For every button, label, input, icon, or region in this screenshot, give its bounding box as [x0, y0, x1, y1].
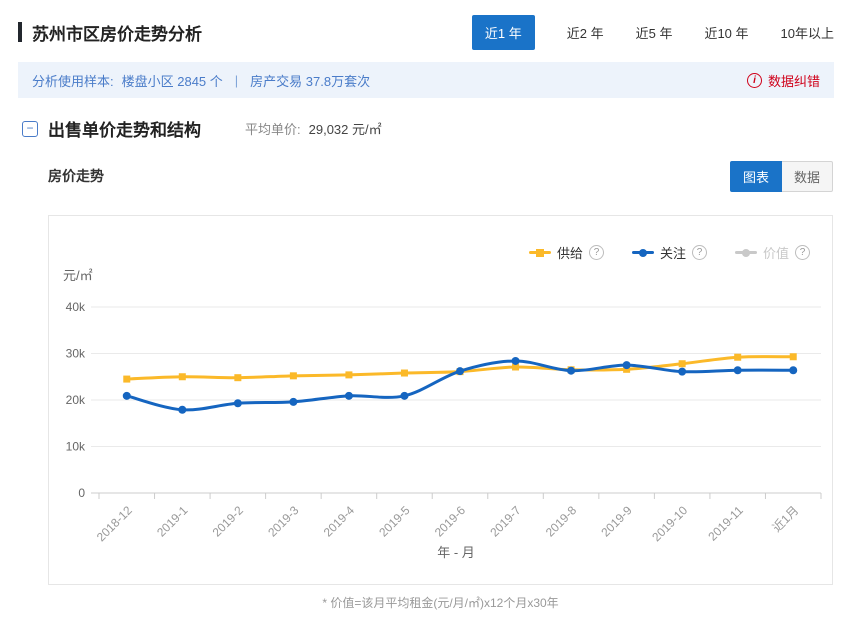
- legend-item-关注[interactable]: 关注?: [632, 243, 707, 262]
- avg-price-label: 平均单价:: [245, 119, 301, 138]
- x-tick-label: 2018-12: [94, 503, 135, 544]
- toggle-data-view[interactable]: 数据: [782, 161, 833, 192]
- data-point: [734, 354, 741, 361]
- data-point: [789, 366, 797, 374]
- svg-text:0: 0: [78, 486, 85, 500]
- legend-marker-square: [536, 249, 544, 257]
- data-point: [290, 372, 297, 379]
- chart-header: 房价走势 图表 数据: [48, 162, 833, 190]
- data-point: [179, 373, 186, 380]
- x-tick-label: 近1月: [770, 503, 802, 535]
- footnote: * 价值=该月平均租金(元/月/㎡)x12个月x30年: [48, 594, 833, 611]
- y-axis: 元/㎡ 0 10k 20k 30k 40k: [63, 268, 821, 500]
- data-point: [679, 360, 686, 367]
- chart-legend: 供给?关注?价值?: [529, 243, 810, 262]
- title-accent-bar: [18, 22, 22, 42]
- sample-transactions: 房产交易 37.8万套次: [250, 71, 370, 90]
- data-point: [345, 392, 353, 400]
- svg-text:40k: 40k: [66, 300, 86, 314]
- x-tick-label: 2019-4: [321, 503, 358, 540]
- help-icon[interactable]: ?: [589, 245, 604, 260]
- title-wrap: 苏州市区房价走势分析: [18, 20, 202, 45]
- x-tick-label: 2019-9: [598, 503, 635, 540]
- svg-text:20k: 20k: [66, 393, 86, 407]
- data-point: [123, 392, 131, 400]
- price-trend-chart[interactable]: 元/㎡ 0 10k 20k 30k 40k 2018-12 2019-1 2019-2 2019-…: [49, 216, 832, 584]
- svg-text:10k: 10k: [66, 440, 86, 454]
- x-tick-label: 2019-6: [432, 503, 469, 540]
- x-tick-label: 2019-1: [154, 503, 191, 540]
- x-tick-label: 2019-8: [543, 503, 580, 540]
- data-point: [345, 371, 352, 378]
- tab-recent-10-years[interactable]: 近10 年: [704, 23, 748, 42]
- sample-info-bar: 分析使用样本: 楼盘小区 2845 个 | 房产交易 37.8万套次 i 数据纠…: [18, 62, 834, 98]
- separator: |: [235, 73, 238, 88]
- help-icon[interactable]: ?: [795, 245, 810, 260]
- svg-text:元/㎡: 元/㎡: [63, 268, 93, 283]
- data-point: [234, 374, 241, 381]
- section-title: 出售单价走势和结构: [48, 116, 201, 141]
- sample-label: 分析使用样本:: [32, 71, 114, 90]
- data-point: [289, 398, 297, 406]
- data-point: [790, 353, 797, 360]
- sample-communities: 楼盘小区 2845 个: [122, 71, 223, 90]
- x-tick-label: 2019-10: [649, 503, 690, 544]
- section-header: − 出售单价走势和结构 平均单价: 29,032 元/㎡: [22, 116, 382, 141]
- collapse-icon[interactable]: −: [22, 121, 38, 137]
- data-point: [401, 370, 408, 377]
- page-header: 苏州市区房价走势分析 近1 年 近2 年 近5 年 近10 年 10年以上: [18, 12, 834, 52]
- legend-swatch: [735, 251, 757, 254]
- data-point: [234, 399, 242, 407]
- view-toggle: 图表 数据: [730, 161, 833, 192]
- toggle-chart-view[interactable]: 图表: [730, 161, 782, 192]
- legend-label: 价值: [763, 243, 789, 262]
- x-axis: 2018-12 2019-1 2019-2 2019-3 2019-4 2019-5 201…: [91, 493, 821, 560]
- data-point: [678, 368, 686, 376]
- data-point: [623, 361, 631, 369]
- data-point: [734, 366, 742, 374]
- x-tick-label: 2019-2: [210, 503, 247, 540]
- x-axis-title: 年 - 月: [437, 545, 475, 560]
- data-point: [512, 357, 520, 365]
- x-tick-label: 2019-3: [265, 503, 302, 540]
- x-tick-label: 2019-5: [376, 503, 413, 540]
- chart-card: 供给?关注?价值? 元/㎡010k20k30k40k2018-122019-12…: [48, 215, 833, 585]
- info-circle-icon: i: [747, 73, 762, 88]
- tab-over-10-years[interactable]: 10年以上: [781, 23, 834, 42]
- x-tick-label: 2019-11: [705, 503, 746, 544]
- legend-swatch: [632, 251, 654, 254]
- time-range-tabs: 近1 年 近2 年 近5 年 近10 年 10年以上: [472, 15, 834, 50]
- data-point: [123, 376, 130, 383]
- page-title: 苏州市区房价走势分析: [32, 20, 202, 45]
- chart-title: 房价走势: [48, 166, 104, 186]
- data-point: [567, 367, 575, 375]
- data-point: [456, 367, 464, 375]
- data-correction-button[interactable]: i 数据纠错: [747, 71, 820, 90]
- data-correction-label: 数据纠错: [768, 71, 820, 90]
- legend-marker-circle: [639, 249, 647, 257]
- svg-text:30k: 30k: [66, 347, 86, 361]
- avg-price-value: 29,032 元/㎡: [309, 119, 382, 138]
- x-tick-label: 2019-7: [487, 503, 524, 540]
- legend-label: 关注: [660, 243, 686, 262]
- legend-swatch: [529, 251, 551, 254]
- tab-recent-2-years[interactable]: 近2 年: [567, 23, 604, 42]
- data-point: [178, 406, 186, 414]
- legend-item-供给[interactable]: 供给?: [529, 243, 604, 262]
- legend-marker-circle: [742, 249, 750, 257]
- legend-label: 供给: [557, 243, 583, 262]
- data-point: [400, 392, 408, 400]
- legend-item-价值[interactable]: 价值?: [735, 243, 810, 262]
- page: 苏州市区房价走势分析 近1 年 近2 年 近5 年 近10 年 10年以上 分析…: [0, 0, 852, 618]
- tab-recent-5-years[interactable]: 近5 年: [636, 23, 673, 42]
- tab-recent-1-year[interactable]: 近1 年: [472, 15, 535, 50]
- help-icon[interactable]: ?: [692, 245, 707, 260]
- series-关注[interactable]: [123, 357, 797, 414]
